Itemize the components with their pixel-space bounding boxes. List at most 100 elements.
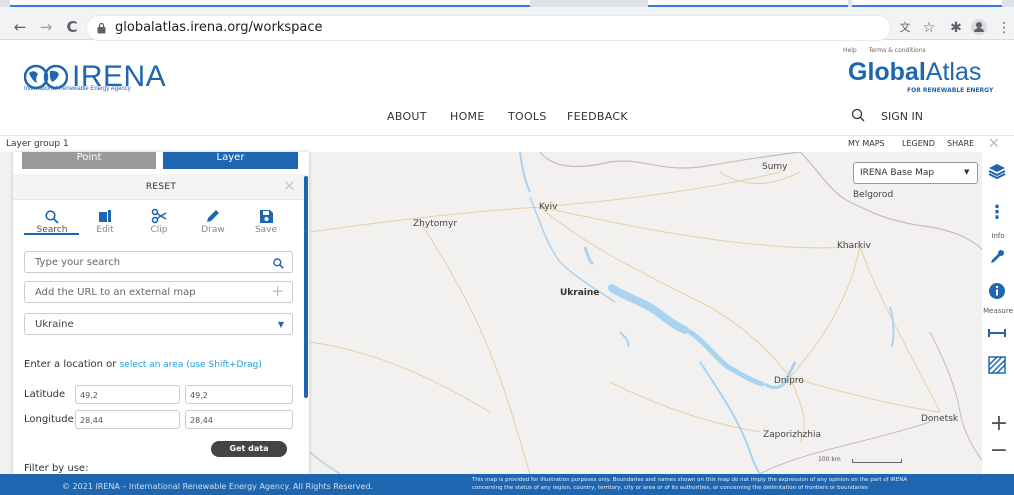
info-label: Info [991, 232, 1005, 240]
search-icon[interactable] [273, 255, 284, 272]
search-icon[interactable] [851, 108, 865, 122]
basemap-select[interactable]: IRENA Base Map ▼ [853, 162, 978, 184]
ga-logo-light: Atlas [925, 58, 982, 86]
disclaimer-text: This map is provided for illustration pu… [472, 476, 972, 492]
tool-label: Save [254, 225, 278, 235]
tool-label: Clip [150, 225, 168, 235]
tab[interactable] [852, 0, 1002, 7]
help-link[interactable]: Help [843, 47, 857, 54]
layer-bar: Layer group 1 MY MAPS LEGEND SHARE ✕ [0, 135, 1014, 152]
tool-draw[interactable]: Draw [193, 204, 233, 235]
country-label: Ukraine [560, 288, 600, 298]
reset-row: RESET ✕ [13, 174, 309, 200]
tab[interactable] [648, 0, 848, 7]
longitude-max-input[interactable]: 28,44 [185, 410, 293, 429]
latitude-min-input[interactable]: 49,2 [75, 385, 180, 404]
hatch-area-icon[interactable] [987, 356, 1007, 378]
close-icon[interactable]: ✕ [283, 177, 296, 195]
chevron-down-icon: ▼ [277, 320, 284, 329]
star-icon[interactable]: ☆ [918, 19, 940, 37]
get-data-button[interactable]: Get data [211, 441, 287, 457]
tab-strip [0, 0, 1014, 7]
tool-search[interactable]: Search [32, 204, 72, 235]
irena-subtitle: International Renewable Energy Agency [24, 86, 131, 92]
search-input[interactable]: Type your search [24, 251, 293, 273]
tool-label: Edit [96, 225, 114, 235]
profile-icon[interactable] [968, 19, 990, 40]
back-button[interactable]: ← [10, 17, 30, 37]
global-atlas-subtitle: FOR RENEWABLE ENERGY [907, 87, 994, 94]
terms-link[interactable]: Terms & conditions [869, 47, 926, 54]
edit-icon [99, 210, 111, 222]
location-prompt: Enter a location or select an area (use … [24, 359, 262, 370]
sign-in-link[interactable]: SIGN IN [881, 110, 923, 123]
address-bar[interactable]: globalatlas.irena.org/workspace [86, 15, 891, 41]
measure-icon[interactable] [987, 324, 1007, 343]
scale-label: 100 km [818, 456, 841, 463]
latitude-label: Latitude [24, 389, 66, 400]
city-zhytomyr: Zhytomyr [413, 219, 458, 229]
scissors-icon [151, 208, 167, 224]
city-zaporizhzhia: Zaporizhzhia [763, 430, 821, 440]
plus-icon[interactable]: + [271, 282, 284, 300]
nav-home[interactable]: HOME [450, 110, 485, 123]
info-icon[interactable] [987, 282, 1007, 304]
my-maps-link[interactable]: MY MAPS [848, 139, 885, 148]
tool-label: Draw [201, 225, 225, 235]
search-icon [45, 210, 59, 224]
lock-icon [97, 22, 106, 34]
layer-group-label: Layer group 1 [6, 139, 69, 149]
reset-button[interactable]: RESET [13, 182, 309, 192]
more-options-icon[interactable]: ⋮ [987, 204, 1007, 222]
nav-about[interactable]: ABOUT [387, 110, 427, 123]
city-dnipro: Dnipro [774, 376, 804, 386]
reload-button[interactable]: C [62, 17, 82, 37]
country-value: Ukraine [35, 319, 74, 330]
nav-feedback[interactable]: FEEDBACK [567, 110, 628, 123]
city-kharkiv: Kharkiv [837, 241, 871, 251]
url-placeholder: Add the URL to an external map [35, 287, 196, 298]
tool-clip[interactable]: Clip [139, 204, 179, 235]
share-link[interactable]: SHARE [947, 139, 974, 148]
tool-save[interactable]: Save [246, 204, 286, 235]
search-placeholder: Type your search [35, 257, 121, 268]
ga-logo-bold: Global [848, 58, 926, 86]
menu-icon[interactable]: ⋮ [993, 19, 1014, 37]
active-tab-indicator [24, 233, 79, 235]
global-atlas-logo[interactable]: GlobalAtlas [848, 58, 981, 87]
select-area-link[interactable]: select an area (use Shift+Drag) [120, 360, 262, 370]
filter-label: Filter by use: [24, 463, 89, 474]
zoom-out-button[interactable]: − [989, 440, 1009, 462]
location-prompt-text: Enter a location or [24, 359, 117, 370]
panel-scrollbar[interactable] [304, 176, 308, 398]
layer-mode-button[interactable]: Layer [163, 152, 298, 169]
city-sumy: Sumy [762, 162, 788, 172]
nav-tools[interactable]: TOOLS [508, 110, 547, 123]
zoom-in-button[interactable]: + [989, 413, 1009, 435]
city-donetsk: Donetsk [921, 414, 959, 424]
pencil-icon [207, 210, 219, 222]
tab-active[interactable] [10, 0, 530, 7]
disclaimer-line-1: This map is provided for illustration pu… [472, 477, 908, 483]
disclaimer-line-2: concerning the status of any region, cou… [472, 485, 868, 491]
country-select[interactable]: Ukraine ▼ [24, 313, 293, 335]
legend-link[interactable]: LEGEND [902, 139, 935, 148]
translate-icon[interactable]: 文 [894, 19, 916, 37]
external-map-url-input[interactable]: Add the URL to an external map + [24, 281, 293, 303]
forward-button[interactable]: → [36, 17, 56, 37]
layers-icon[interactable] [987, 162, 1007, 184]
top-links: Help Terms & conditions [843, 47, 936, 54]
eyedropper-icon[interactable] [987, 248, 1007, 270]
point-mode-button[interactable]: Point [22, 152, 156, 169]
scale-bar [852, 459, 902, 463]
copyright-text: © 2021 IRENA – International Renewable E… [62, 482, 374, 491]
url-text: globalatlas.irena.org/workspace [115, 20, 323, 35]
close-icon[interactable]: ✕ [988, 136, 1000, 152]
measure-label: Measure [983, 307, 1013, 315]
tool-edit[interactable]: Edit [85, 204, 125, 235]
latitude-max-input[interactable]: 49,2 [185, 385, 293, 404]
workspace-panel: Point Layer RESET ✕ Search Edit Clip Dra… [13, 152, 309, 474]
city-kyiv: Kyiv [539, 202, 558, 212]
longitude-min-input[interactable]: 28,44 [75, 410, 180, 429]
extensions-icon[interactable]: ✱ [945, 19, 967, 37]
